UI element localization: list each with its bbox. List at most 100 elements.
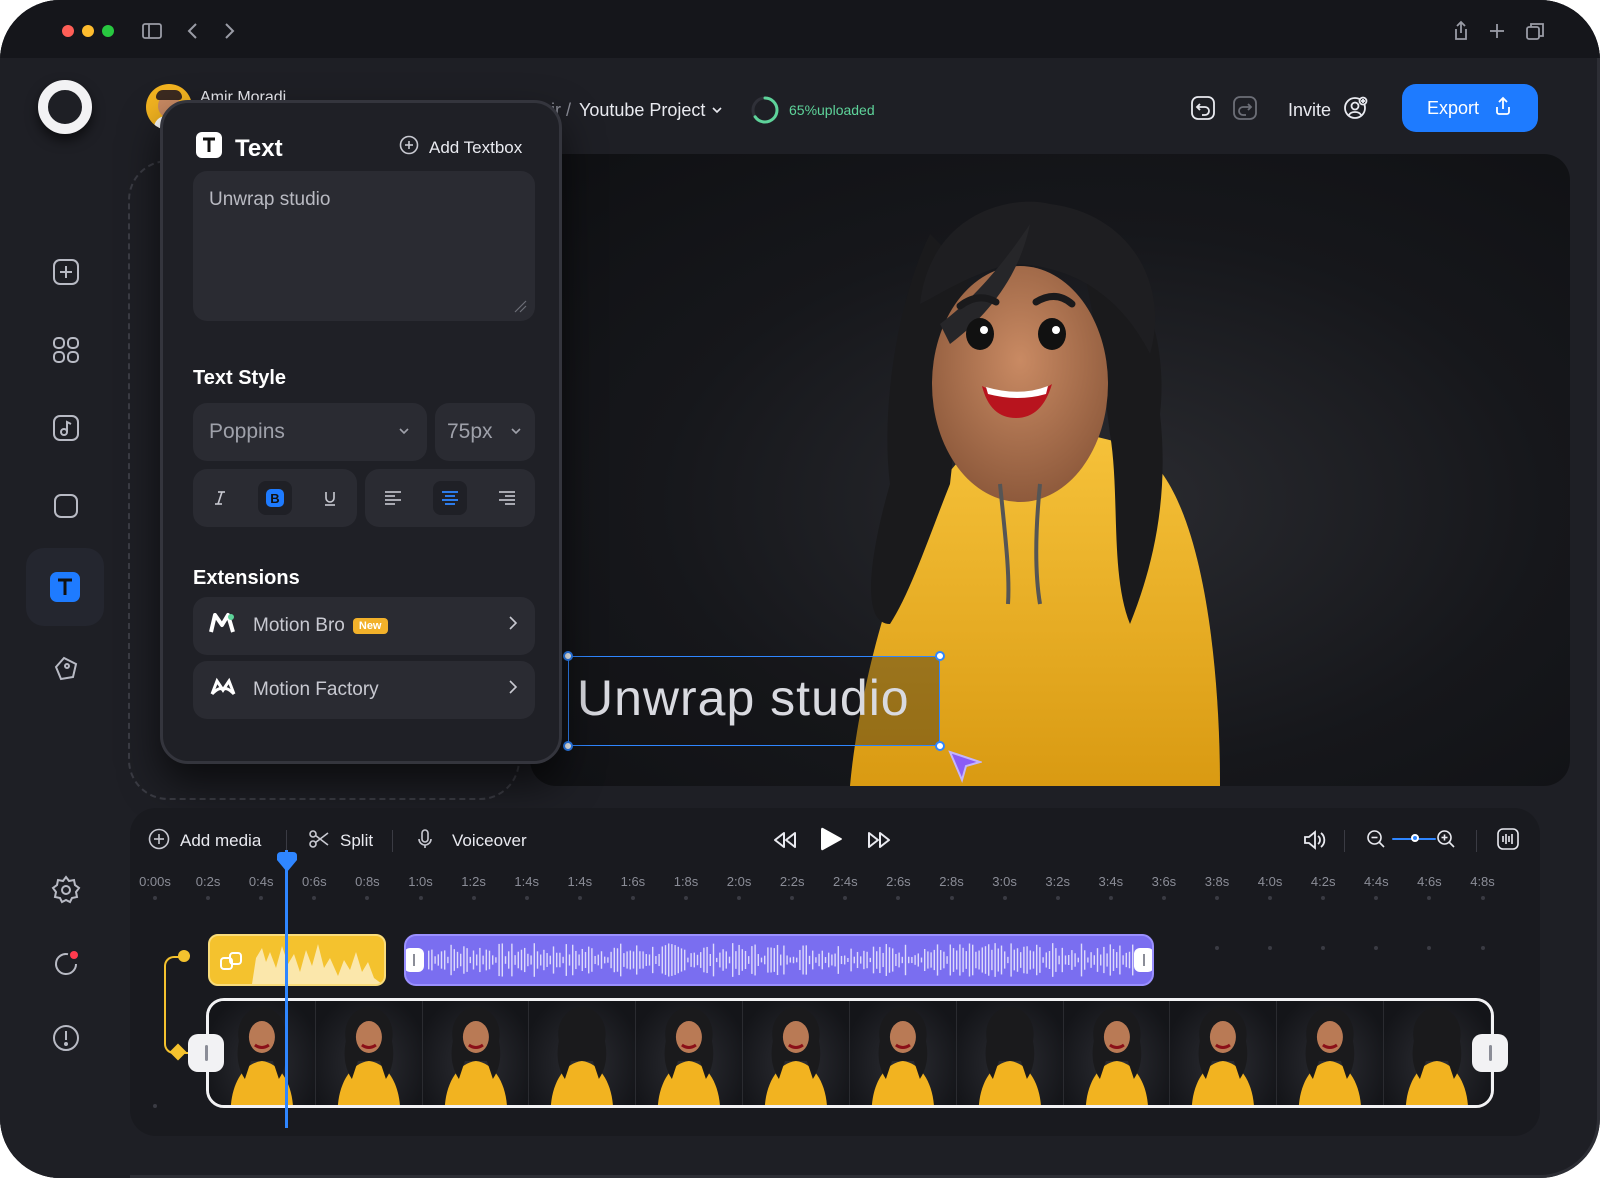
redo-icon[interactable]: [1232, 95, 1258, 121]
waveform-bar: [664, 945, 667, 975]
extension-motion-factory[interactable]: Motion Factory: [193, 661, 535, 719]
video-frame-thumbnail: [315, 1001, 423, 1105]
waveform-bar: [757, 954, 759, 966]
textbox-input[interactable]: Unwrap studio: [193, 171, 535, 321]
add-media-button[interactable]: Add media: [148, 828, 261, 854]
waveform-bar: [770, 947, 772, 973]
waveform-bar: [610, 951, 612, 969]
waveform-bar: [780, 954, 782, 966]
waveform-bar: [892, 948, 894, 972]
waveform-bar: [613, 947, 615, 973]
sidebar-toggle-icon[interactable]: [141, 20, 163, 42]
fast-forward-icon[interactable]: [866, 828, 892, 857]
waveform-bar: [501, 943, 503, 977]
waveform-bar: [700, 952, 702, 968]
shape-icon[interactable]: [44, 484, 88, 528]
close-window-button[interactable]: [62, 25, 74, 37]
waveform-bar: [645, 954, 647, 966]
waveform-bar: [594, 955, 596, 965]
project-title[interactable]: Youtube Project: [579, 100, 705, 121]
chevron-down-icon[interactable]: [711, 100, 723, 121]
video-frame-thumbnail: [743, 1001, 850, 1105]
video-canvas[interactable]: Unwrap studio: [530, 154, 1570, 786]
resize-handle[interactable]: [935, 651, 945, 661]
waveform-bar: [719, 952, 721, 968]
zoom-out-icon[interactable]: [1366, 829, 1386, 854]
text-selection-box[interactable]: Unwrap studio: [563, 651, 945, 751]
add-textbox-button[interactable]: Add Textbox: [399, 135, 522, 160]
add-element-icon[interactable]: [44, 250, 88, 294]
maximize-window-button[interactable]: [102, 25, 114, 37]
video-frame-thumbnail: [1277, 1001, 1385, 1105]
add-textbox-label: Add Textbox: [429, 137, 523, 157]
settings-gear-icon[interactable]: [44, 868, 88, 912]
waveform-bar: [962, 947, 964, 973]
back-arrow-icon[interactable]: [182, 20, 204, 42]
resize-grip-icon[interactable]: [513, 299, 527, 313]
waveform-bar: [908, 956, 910, 964]
video-trim-handle-right[interactable]: [1472, 1034, 1508, 1072]
new-tab-icon[interactable]: [1486, 20, 1508, 42]
italic-icon[interactable]: [203, 481, 237, 515]
tabs-overview-icon[interactable]: [1524, 20, 1546, 42]
waveform-bar: [728, 956, 731, 964]
share-icon[interactable]: [1450, 20, 1472, 42]
sticker-icon[interactable]: [44, 646, 88, 690]
ruler-tick-label: 0:4s: [248, 874, 274, 889]
bold-icon[interactable]: B: [257, 481, 292, 515]
notifications-icon[interactable]: [44, 942, 88, 986]
waveform-bar: [690, 953, 692, 967]
forward-arrow-icon[interactable]: [218, 20, 240, 42]
resize-handle[interactable]: [935, 741, 945, 751]
video-track[interactable]: [206, 998, 1494, 1108]
text-tool-icon[interactable]: [26, 548, 104, 626]
rewind-icon[interactable]: [772, 828, 798, 857]
waveform-bar: [1020, 952, 1022, 968]
waveform-bar: [472, 950, 475, 970]
waveform-bar: [1074, 953, 1076, 967]
font-size-select[interactable]: 75px: [435, 403, 535, 461]
align-right-icon[interactable]: [490, 481, 524, 515]
clip-trim-handle[interactable]: [1134, 948, 1152, 972]
split-button[interactable]: Split: [308, 828, 373, 854]
waveform-bar: [498, 943, 500, 977]
resize-handle[interactable]: [563, 651, 573, 661]
play-icon[interactable]: [818, 825, 844, 858]
audio-clip-music[interactable]: [208, 934, 386, 986]
underline-icon[interactable]: [313, 481, 347, 515]
waveform-toggle-icon[interactable]: [1496, 827, 1520, 856]
resize-handle[interactable]: [563, 741, 573, 751]
waveform-bar: [725, 951, 727, 969]
zoom-in-icon[interactable]: [1436, 829, 1456, 854]
zoom-slider[interactable]: [1392, 834, 1436, 842]
align-center-icon[interactable]: [432, 481, 467, 515]
textbox-value: Unwrap studio: [209, 189, 331, 210]
link-dot: [178, 950, 190, 962]
zoom-slider-thumb[interactable]: [1411, 834, 1419, 842]
waveform-bar: [463, 946, 465, 974]
playhead-handle[interactable]: [275, 850, 299, 874]
minimize-window-button[interactable]: [82, 25, 94, 37]
font-size-value: 75px: [447, 420, 493, 443]
font-family-select[interactable]: Poppins: [193, 403, 427, 461]
ruler-tick-label: 3:2s: [1045, 874, 1070, 889]
music-icon[interactable]: [44, 406, 88, 450]
clip-trim-handle[interactable]: [406, 948, 424, 972]
elements-grid-icon[interactable]: [44, 328, 88, 372]
waveform-bar: [511, 943, 513, 977]
align-left-icon[interactable]: [376, 481, 410, 515]
canvas-overlay-text[interactable]: Unwrap studio: [577, 669, 910, 727]
voiceover-button[interactable]: Voiceover: [414, 828, 527, 854]
export-button[interactable]: Export: [1402, 84, 1538, 132]
ruler-tick-dot: [1427, 896, 1432, 900]
undo-icon[interactable]: [1190, 95, 1216, 121]
volume-icon[interactable]: [1302, 828, 1326, 857]
audio-clip-voiceover[interactable]: [404, 934, 1154, 986]
waveform-bar: [623, 953, 625, 967]
playhead[interactable]: [285, 850, 288, 1128]
info-icon[interactable]: [44, 1016, 88, 1060]
invite-button[interactable]: Invite: [1288, 92, 1369, 128]
video-trim-handle-left[interactable]: [188, 1034, 224, 1072]
extension-motion-bro[interactable]: Motion Bro New: [193, 597, 535, 655]
chevron-right-icon: [507, 615, 519, 637]
